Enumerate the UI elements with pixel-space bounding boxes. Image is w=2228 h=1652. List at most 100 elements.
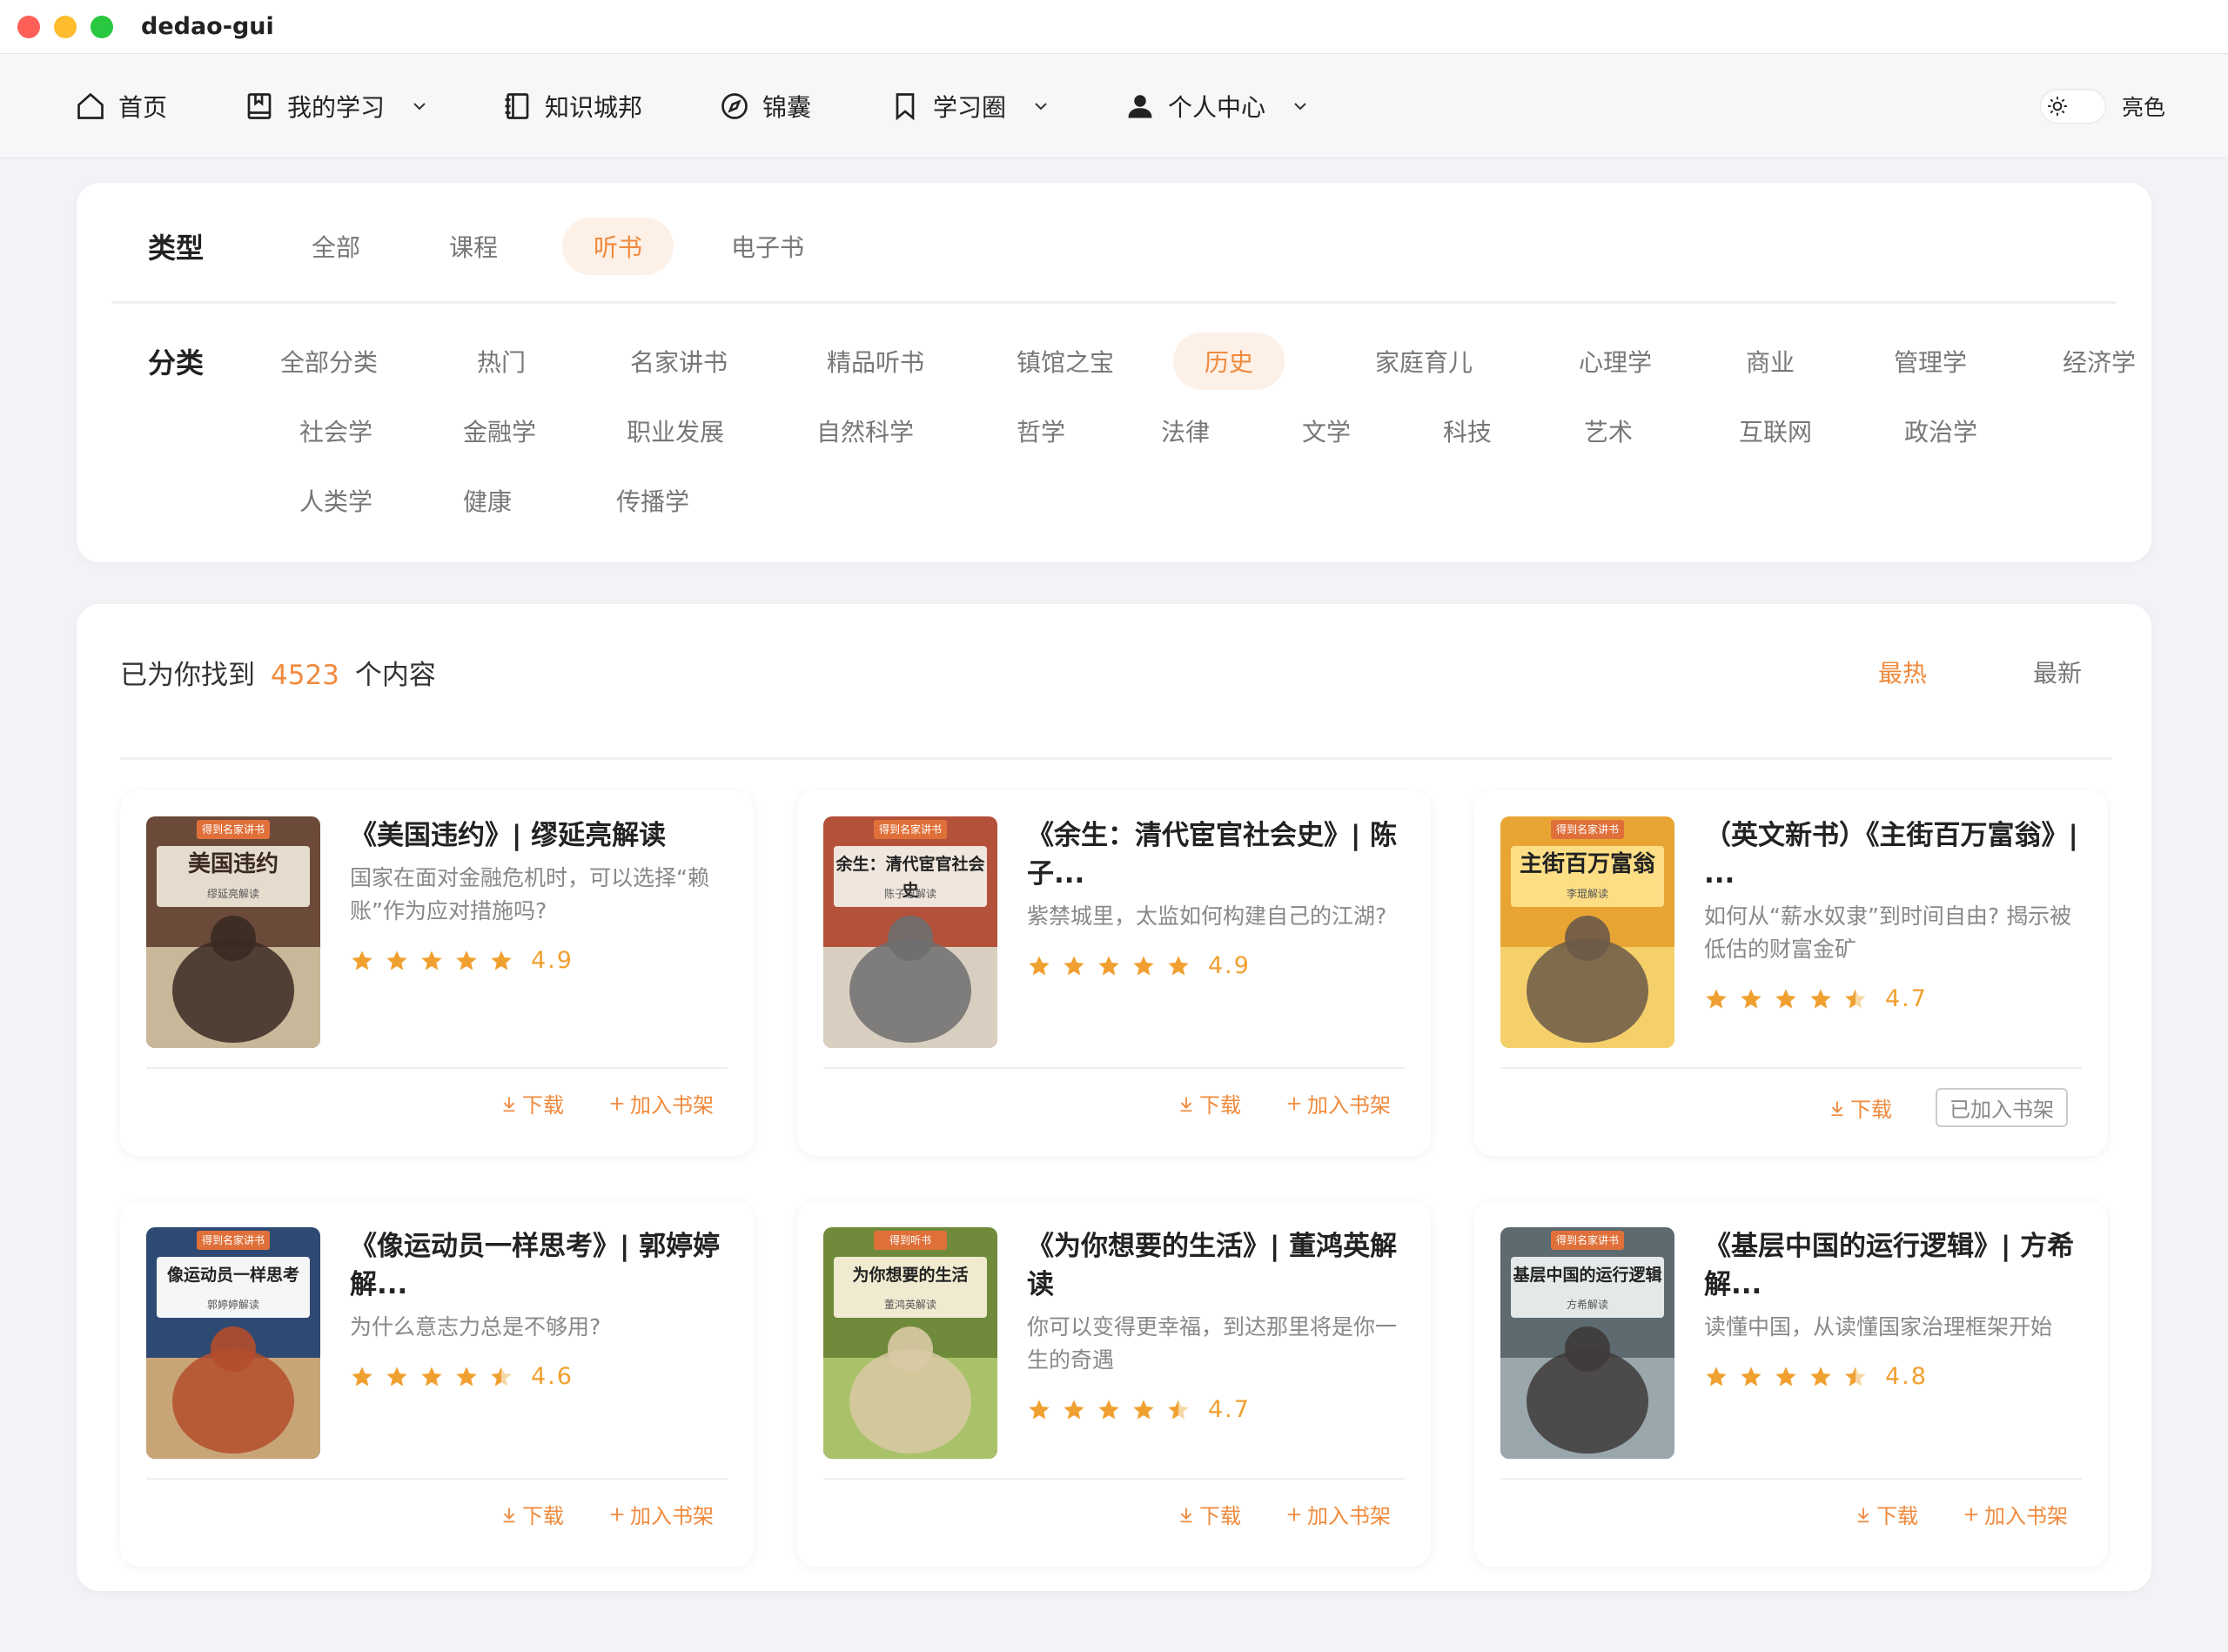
card-divider: [823, 1067, 1405, 1069]
results-count: 4523: [271, 660, 339, 691]
plus-icon: [1287, 1097, 1301, 1110]
book-cover-art: [823, 816, 997, 1048]
type-chip-course[interactable]: 课程: [418, 218, 529, 275]
card-divider: [1500, 1478, 2082, 1480]
rating-value: 4.9: [531, 947, 574, 974]
add-to-shelf-button[interactable]: 加入书架: [607, 1088, 714, 1118]
book-title[interactable]: 《为你想要的生活》| 董鸿英解读: [1027, 1227, 1406, 1304]
download-button[interactable]: 下载: [500, 1499, 564, 1529]
book-cover[interactable]: [823, 816, 997, 1048]
nav-knowledge-city[interactable]: 知识城邦: [501, 84, 642, 129]
book-card[interactable]: 得到名家讲书 像运动员一样思考 郭婷婷解读 《像运动员一样思考》| 郭婷婷解... 为什…: [120, 1201, 754, 1567]
add-to-shelf-button[interactable]: 加入书架: [607, 1499, 714, 1529]
category-chip[interactable]: 金融学: [432, 402, 567, 460]
download-label: 下载: [1199, 1504, 1241, 1528]
minimize-window-button[interactable]: [54, 15, 77, 38]
book-card[interactable]: 得到名家讲书 余生：清代宦官社会史 陈子恩解读 《余生：清代宦官社会史》| 陈子...…: [797, 790, 1431, 1156]
added-to-shelf-badge[interactable]: 已加入书架: [1936, 1088, 2068, 1127]
book-title[interactable]: 《美国违约》| 缪延亮解读: [350, 816, 729, 855]
category-chip[interactable]: 科技: [1412, 402, 1523, 460]
category-chip[interactable]: 健康: [432, 472, 543, 529]
rating-value: 4.7: [1885, 985, 1928, 1012]
category-chip[interactable]: 名家讲书: [599, 332, 759, 390]
home-icon: [77, 92, 104, 119]
add-to-shelf-button[interactable]: 加入书架: [1285, 1088, 1391, 1118]
nav-tips[interactable]: 锦囊: [719, 84, 811, 129]
nav-my-study[interactable]: 我的学习: [244, 84, 430, 129]
type-chip-audiobook[interactable]: 听书: [562, 218, 674, 275]
star-icon: [1098, 955, 1119, 975]
results-panel: 已为你找到 4523 个内容 最热 最新 得到名家讲书 美国违约 缪延亮解读 《美国违…: [77, 604, 2151, 1591]
add-to-shelf-button[interactable]: 加入书架: [1962, 1499, 2068, 1529]
sort-hot-button[interactable]: 最热: [1878, 655, 1927, 689]
book-cover[interactable]: [823, 1227, 997, 1459]
card-divider: [823, 1478, 1405, 1480]
category-chip[interactable]: 镇馆之宝: [985, 332, 1145, 390]
zoom-window-button[interactable]: [91, 15, 113, 38]
category-chip[interactable]: 职业发展: [595, 402, 755, 460]
category-chip[interactable]: 人类学: [268, 472, 404, 529]
category-chip[interactable]: 传播学: [585, 472, 721, 529]
category-chip[interactable]: 互联网: [1708, 402, 1843, 460]
download-button[interactable]: 下载: [1177, 1499, 1241, 1529]
book-title[interactable]: 《基层中国的运行逻辑》| 方希解...: [1704, 1227, 2084, 1304]
category-chip[interactable]: 哲学: [985, 402, 1097, 460]
theme-toggle[interactable]: 亮色: [2039, 89, 2165, 124]
book-card[interactable]: 得到听书 为你想要的生活 董鸿英解读 《为你想要的生活》| 董鸿英解读 你可以变得更幸福…: [797, 1201, 1431, 1567]
book-card[interactable]: 得到名家讲书 基层中国的运行逻辑 方希解读 《基层中国的运行逻辑》| 方希解... 读懂…: [1474, 1201, 2108, 1567]
download-label: 下载: [522, 1504, 564, 1528]
book-title[interactable]: 《余生：清代宦官社会史》| 陈子...: [1027, 816, 1406, 893]
download-label: 下载: [522, 1093, 564, 1118]
category-chip[interactable]: 全部分类: [249, 332, 409, 390]
book-cover[interactable]: [1500, 816, 1674, 1048]
book-cover[interactable]: [1500, 1227, 1674, 1459]
top-nav: 首页 我的学习 知识城邦 锦囊 学习圈 个人中心 亮色: [0, 54, 2228, 158]
results-suffix: 个内容: [354, 660, 436, 691]
category-chip[interactable]: 精品听书: [795, 332, 956, 390]
user-icon: [1128, 95, 1152, 118]
results-summary: 已为你找到 4523 个内容: [120, 653, 436, 692]
nav-study-circle[interactable]: 学习圈: [889, 84, 1051, 129]
category-chip[interactable]: 经济学: [2031, 332, 2167, 390]
nav-label: 首页: [118, 93, 168, 122]
book-description: 读懂中国，从读懂国家治理框架开始: [1704, 1314, 2053, 1340]
category-chip[interactable]: 热门: [446, 332, 557, 390]
star-icon: [491, 1366, 512, 1386]
book-cover[interactable]: [146, 816, 320, 1048]
sort-newest-button[interactable]: 最新: [2033, 655, 2082, 689]
category-chip[interactable]: 自然科学: [785, 402, 945, 460]
bookmark-icon: [896, 93, 915, 121]
category-chip[interactable]: 商业: [1715, 332, 1826, 390]
download-button[interactable]: 下载: [1177, 1088, 1241, 1118]
category-chip[interactable]: 心理学: [1547, 332, 1683, 390]
book-cover[interactable]: [146, 1227, 320, 1459]
category-chip[interactable]: 文学: [1271, 402, 1382, 460]
book-card[interactable]: 得到名家讲书 美国违约 缪延亮解读 《美国违约》| 缪延亮解读 国家在面对金融危机时，可…: [120, 790, 754, 1156]
book-rating: 4.7: [1027, 1396, 1251, 1423]
category-chip[interactable]: 家庭育儿: [1344, 332, 1504, 390]
book-description: 国家在面对金融危机时，可以选择“赖账”作为应对措施吗?: [350, 865, 709, 923]
theme-switch[interactable]: [2039, 89, 2106, 124]
book-title[interactable]: 《像运动员一样思考》| 郭婷婷解...: [350, 1227, 729, 1304]
star-icon: [456, 950, 477, 970]
add-to-shelf-button[interactable]: 加入书架: [1285, 1499, 1391, 1529]
category-chip[interactable]: 艺术: [1553, 402, 1664, 460]
type-chip-ebook[interactable]: 电子书: [700, 218, 836, 275]
category-chip[interactable]: 法律: [1130, 402, 1241, 460]
star-icon: [1810, 988, 1831, 1008]
add-shelf-label: 加入书架: [630, 1504, 714, 1528]
card-divider: [146, 1478, 728, 1480]
category-chip[interactable]: 政治学: [1873, 402, 2009, 460]
category-chip[interactable]: 管理学: [1862, 332, 1998, 390]
download-button[interactable]: 下载: [500, 1088, 564, 1118]
nav-home[interactable]: 首页: [75, 84, 167, 129]
nav-profile[interactable]: 个人中心: [1124, 84, 1311, 129]
category-chip[interactable]: 社会学: [268, 402, 404, 460]
category-chip[interactable]: 历史: [1173, 332, 1285, 390]
book-card[interactable]: 得到名家讲书 主街百万富翁 李琨解读 （英文新书）《主街百万富翁》| ... 如何从“薪…: [1474, 790, 2108, 1156]
book-title[interactable]: （英文新书）《主街百万富翁》| ...: [1704, 816, 2084, 893]
close-window-button[interactable]: [17, 15, 40, 38]
download-button[interactable]: 下载: [1828, 1092, 1892, 1123]
type-chip-all[interactable]: 全部: [280, 218, 392, 275]
download-button[interactable]: 下载: [1854, 1499, 1918, 1529]
